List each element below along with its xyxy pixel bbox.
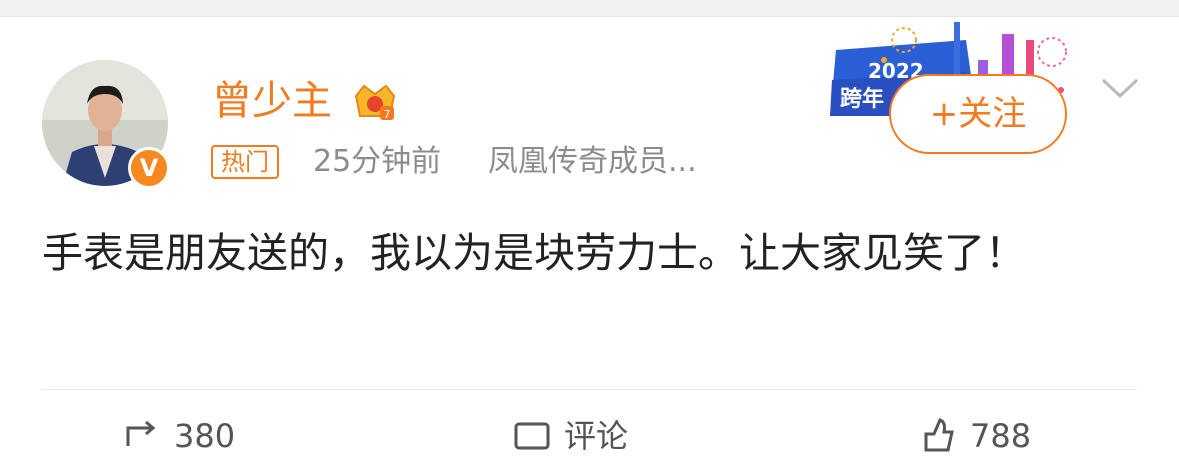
svg-text:跨年: 跨年 [840, 86, 884, 112]
divider [42, 389, 1137, 390]
like-count: 788 [970, 417, 1032, 455]
username[interactable]: 曾少主 [212, 76, 332, 126]
svg-text:7: 7 [384, 108, 391, 121]
verified-v-icon: V [128, 147, 170, 189]
like-button[interactable]: 788 [918, 416, 1031, 456]
repost-button[interactable]: 380 [122, 416, 235, 456]
follow-button[interactable]: +关注 [889, 74, 1067, 154]
comment-button[interactable]: 评论 [512, 416, 628, 456]
comment-label: 评论 [564, 417, 629, 455]
user-description[interactable]: 凤凰传奇成员... [488, 142, 697, 182]
hot-tag: 热门 [211, 145, 279, 179]
chevron-down-icon[interactable] [1100, 74, 1140, 102]
like-icon [924, 418, 954, 452]
top-separator [0, 0, 1179, 17]
post-time: 25分钟前 [313, 144, 442, 179]
comment-icon [514, 422, 550, 450]
repost-icon [126, 420, 156, 446]
crown-badge-icon[interactable]: 7 [352, 80, 398, 124]
repost-count: 380 [174, 417, 236, 455]
post-body: 手表是朋友送的，我以为是块劳力士。让大家见笑了！ [42, 229, 1026, 277]
